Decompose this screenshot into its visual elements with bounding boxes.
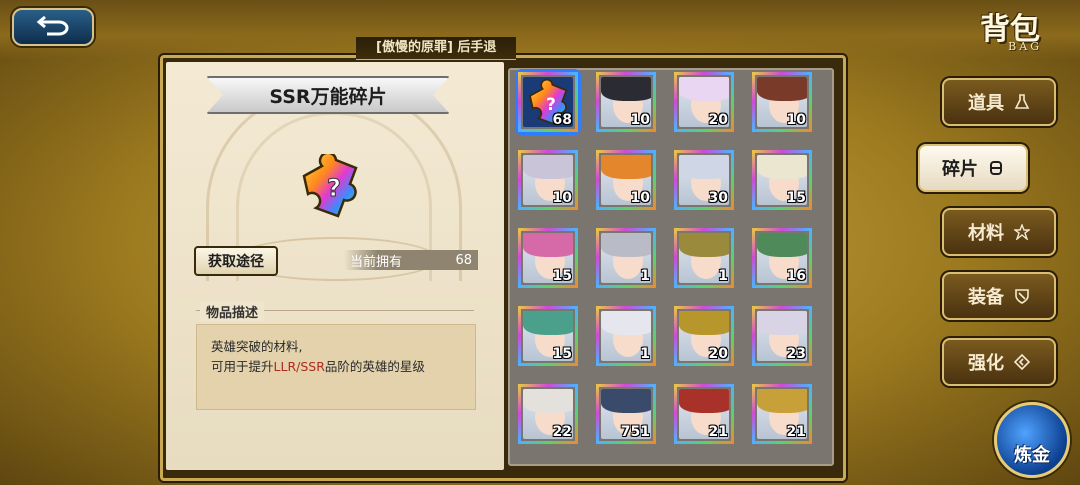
fragment-count: 21: [786, 424, 806, 440]
hero-hair: [679, 233, 729, 257]
tab-fragments[interactable]: 碎片: [918, 144, 1028, 192]
page-subtitle: BAG: [1008, 40, 1042, 53]
fragment-slot[interactable]: 751: [596, 384, 656, 444]
hero-hair: [679, 155, 729, 179]
fragment-slot[interactable]: 21: [752, 384, 812, 444]
acquire-route-button[interactable]: 获取途径: [194, 246, 278, 276]
hero-hair: [757, 389, 807, 413]
material-icon: [1014, 224, 1030, 240]
tab-materials[interactable]: 材料: [942, 208, 1056, 256]
hero-hair: [757, 155, 807, 179]
puzzle-piece-icon: ?: [302, 154, 358, 218]
fragment-count: 20: [708, 346, 728, 362]
fragment-count: 10: [786, 112, 806, 128]
fragment-count: 68: [552, 112, 572, 128]
tab-items-label: 道具: [968, 93, 1004, 114]
tab-enhance-label: 强化: [968, 353, 1004, 374]
item-name-ribbon: SSR万能碎片: [206, 76, 450, 114]
description-box: 英雄突破的材料, 可用于提升LLR/SSR品阶的英雄的星级: [196, 324, 476, 410]
fragment-slot[interactable]: 16: [752, 228, 812, 288]
hero-hair: [601, 389, 651, 413]
fragment-slot[interactable]: 30: [674, 150, 734, 210]
fragment-slot[interactable]: 20: [674, 72, 734, 132]
hero-hair: [601, 77, 651, 101]
fragment-count: 23: [786, 346, 806, 362]
description-title-text: 物品描述: [206, 306, 259, 321]
hero-hair: [679, 77, 729, 101]
equipment-icon: [1014, 288, 1030, 304]
fragment-count: 22: [552, 424, 572, 440]
hero-hair: [523, 233, 573, 257]
alchemy-label: 炼金: [1014, 445, 1050, 466]
svg-text:?: ?: [327, 174, 341, 202]
owned-count: 68: [455, 252, 472, 268]
fragment-icon: [988, 160, 1004, 176]
hero-hair: [679, 311, 729, 335]
fragment-count: 16: [786, 268, 806, 284]
fragment-count: 751: [620, 424, 650, 440]
tab-materials-label: 材料: [968, 223, 1004, 244]
tab-enhance[interactable]: 强化: [942, 338, 1056, 386]
back-button[interactable]: [12, 8, 94, 46]
item-name: SSR万能碎片: [269, 85, 387, 108]
tab-fragments-label: 碎片: [942, 159, 978, 180]
svg-text:?: ?: [546, 94, 556, 114]
hero-hair: [523, 311, 573, 335]
hero-hair: [601, 233, 651, 257]
fragment-count: 10: [552, 190, 572, 206]
tab-items[interactable]: 道具: [942, 78, 1056, 126]
fragment-slot[interactable]: 10: [752, 72, 812, 132]
owned-label: 当前拥有: [350, 254, 403, 270]
alchemy-button[interactable]: 炼金: [994, 402, 1070, 478]
description-highlight: LLR/SSR: [273, 359, 325, 374]
fragment-slot[interactable]: 1: [674, 228, 734, 288]
fragment-slot-universal[interactable]: ? 68: [518, 72, 578, 132]
fragment-slot[interactable]: 15: [518, 306, 578, 366]
flask-icon: [1014, 94, 1030, 110]
hero-hair: [601, 155, 651, 179]
hero-hair: [757, 311, 807, 335]
description-title: 物品描述: [200, 302, 265, 321]
fragment-count: 15: [786, 190, 806, 206]
fragment-count: 15: [552, 268, 572, 284]
fragment-slot[interactable]: 10: [596, 150, 656, 210]
description-line-2-prefix: 可用于提升: [211, 359, 274, 374]
hero-hair: [523, 389, 573, 413]
owned-count-bar: 当前拥有 68: [344, 250, 478, 270]
fragment-slot[interactable]: 21: [674, 384, 734, 444]
fragment-count: 30: [708, 190, 728, 206]
description-line-2: 可用于提升LLR/SSR品阶的英雄的星级: [211, 357, 461, 377]
fragment-slot[interactable]: 10: [596, 72, 656, 132]
hero-hair: [523, 155, 573, 179]
fragment-slot[interactable]: 20: [674, 306, 734, 366]
fragment-slot[interactable]: 23: [752, 306, 812, 366]
scrolling-banner: [傲慢的原罪] 后手退: [356, 37, 517, 60]
tab-equipment-label: 装备: [968, 287, 1004, 308]
fragment-count: 10: [630, 190, 650, 206]
fragment-count: 20: [708, 112, 728, 128]
fragment-count: 1: [640, 268, 650, 284]
item-detail-panel: SSR万能碎片 ? 获取途径 当前拥有 68 物品描述 英雄突破的材料, 可用于…: [166, 62, 504, 470]
hero-hair: [679, 389, 729, 413]
fragment-count: 1: [718, 268, 728, 284]
back-arrow-icon: [36, 16, 69, 36]
fragment-count: 21: [708, 424, 728, 440]
description-line-2-suffix: 品阶的英雄的星级: [324, 359, 425, 374]
tab-equipment[interactable]: 装备: [942, 272, 1056, 320]
hero-hair: [601, 311, 651, 335]
fragment-slot[interactable]: 15: [752, 150, 812, 210]
description-line-1: 英雄突破的材料,: [211, 339, 303, 354]
fragment-slot[interactable]: 1: [596, 306, 656, 366]
fragment-slot[interactable]: 10: [518, 150, 578, 210]
fragment-slot[interactable]: 15: [518, 228, 578, 288]
fragment-count: 10: [630, 112, 650, 128]
top-bar: [0, 0, 1080, 60]
fragment-count: 1: [640, 346, 650, 362]
enhance-icon: [1014, 354, 1030, 370]
hero-hair: [757, 233, 807, 257]
fragment-slot[interactable]: 1: [596, 228, 656, 288]
hero-hair: [757, 77, 807, 101]
fragment-slot[interactable]: 22: [518, 384, 578, 444]
fragment-count: 15: [552, 346, 572, 362]
